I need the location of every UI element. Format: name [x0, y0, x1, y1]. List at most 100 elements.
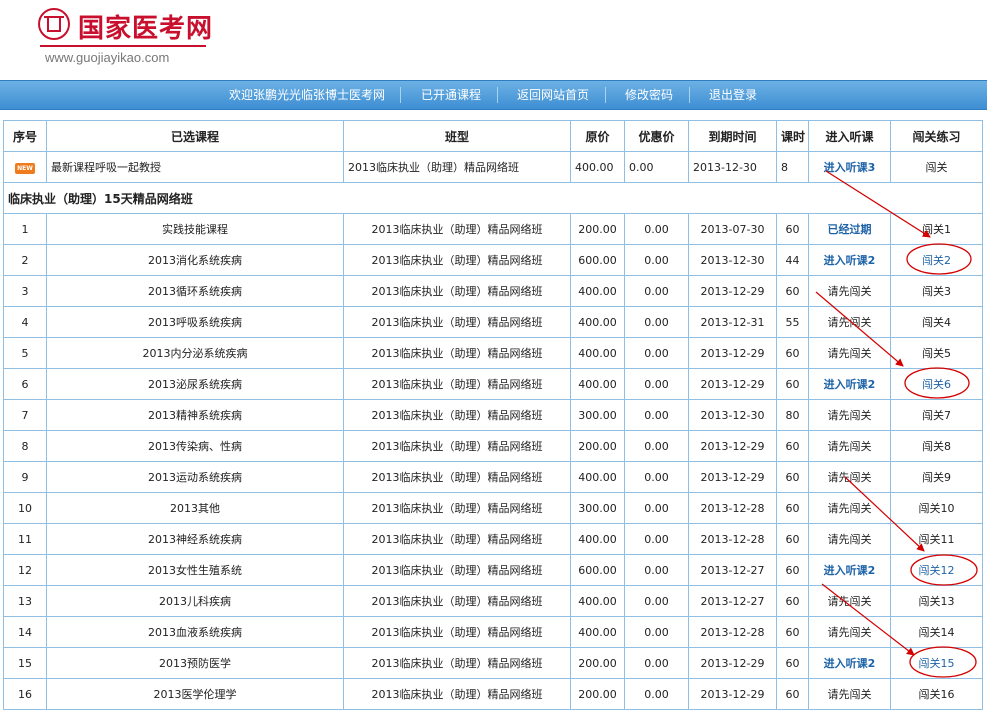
expire-date: 2013-12-29: [688, 461, 777, 493]
featured-enter-cell: 进入听课3: [808, 151, 891, 183]
practice-link[interactable]: 闯关14: [890, 616, 983, 648]
practice-link[interactable]: 闯关12: [890, 554, 983, 586]
expire-date: 2013-12-30: [688, 244, 777, 276]
row-no: 12: [3, 554, 47, 586]
locked-label: 请先闯关: [827, 285, 872, 298]
table-row: 14 2013血液系统疾病 2013临床执业（助理）精品网络班 400.00 0.00 2…: [3, 616, 983, 648]
featured-practice-link[interactable]: 闯关: [890, 151, 983, 183]
practice-link[interactable]: 闯关16: [890, 678, 983, 710]
expire-date: 2013-12-29: [688, 275, 777, 307]
price: 600.00: [570, 554, 625, 586]
class-name: 2013临床执业（助理）精品网络班: [343, 554, 571, 586]
locked-label: 请先闯关: [827, 626, 872, 639]
hours: 60: [776, 213, 809, 245]
locked-label: 请先闯关: [827, 471, 872, 484]
discount-price: 0.00: [624, 337, 689, 369]
discount-price: 0.00: [624, 275, 689, 307]
course-name: 2013女性生殖系统: [46, 554, 344, 586]
practice-link[interactable]: 闯关4: [890, 306, 983, 338]
price: 300.00: [570, 399, 625, 431]
nav-divider: [605, 87, 606, 103]
class-name: 2013临床执业（助理）精品网络班: [343, 244, 571, 276]
nav-opened-courses[interactable]: 已开通课程: [421, 81, 481, 109]
table-row: 7 2013精神系统疾病 2013临床执业（助理）精品网络班 300.00 0.00 20…: [3, 399, 983, 431]
table-row: 2 2013消化系统疾病 2013临床执业（助理）精品网络班 600.00 0.00 20…: [3, 244, 983, 276]
expire-date: 2013-12-29: [688, 337, 777, 369]
featured-enter-link[interactable]: 进入听课3: [824, 161, 876, 174]
col-header-enter: 进入听课: [808, 120, 891, 152]
enter-class-link[interactable]: 进入听课2: [824, 564, 876, 577]
expire-date: 2013-12-28: [688, 523, 777, 555]
col-header-class: 班型: [343, 120, 571, 152]
hours: 60: [776, 430, 809, 462]
class-name: 2013临床执业（助理）精品网络班: [343, 585, 571, 617]
discount-price: 0.00: [624, 554, 689, 586]
nav-home[interactable]: 返回网站首页: [517, 81, 589, 109]
enter-class-link[interactable]: 进入听课2: [824, 657, 876, 670]
featured-course-price: 400.00: [570, 151, 625, 183]
enter-cell: 请先闯关: [808, 678, 891, 710]
course-name: 2013精神系统疾病: [46, 399, 344, 431]
table-row: 8 2013传染病、性病 2013临床执业（助理）精品网络班 200.00 0.00 20…: [3, 430, 983, 462]
price: 400.00: [570, 585, 625, 617]
expire-date: 2013-12-27: [688, 554, 777, 586]
col-header-price: 原价: [570, 120, 625, 152]
table-row: 6 2013泌尿系统疾病 2013临床执业（助理）精品网络班 400.00 0.00 20…: [3, 368, 983, 400]
table-row: 10 2013其他 2013临床执业（助理）精品网络班 300.00 0.00 2013-…: [3, 492, 983, 524]
discount-price: 0.00: [624, 368, 689, 400]
expire-date: 2013-07-30: [688, 213, 777, 245]
practice-link[interactable]: 闯关1: [890, 213, 983, 245]
course-name: 2013传染病、性病: [46, 430, 344, 462]
enter-cell: 请先闯关: [808, 523, 891, 555]
discount-price: 0.00: [624, 430, 689, 462]
course-name: 2013泌尿系统疾病: [46, 368, 344, 400]
class-name: 2013临床执业（助理）精品网络班: [343, 275, 571, 307]
practice-link[interactable]: 闯关15: [890, 647, 983, 679]
practice-link[interactable]: 闯关6: [890, 368, 983, 400]
price: 400.00: [570, 616, 625, 648]
row-no: 11: [3, 523, 47, 555]
table-row: 15 2013预防医学 2013临床执业（助理）精品网络班 200.00 0.00 201…: [3, 647, 983, 679]
price: 200.00: [570, 430, 625, 462]
row-no: 1: [3, 213, 47, 245]
site-name[interactable]: 国家医考网: [78, 8, 213, 45]
discount-price: 0.00: [624, 492, 689, 524]
table-row: 5 2013内分泌系统疾病 2013临床执业（助理）精品网络班 400.00 0.00 2…: [3, 337, 983, 369]
new-badge-cell: NEW: [3, 151, 47, 183]
enter-cell: 进入听课2: [808, 554, 891, 586]
class-name: 2013临床执业（助理）精品网络班: [343, 213, 571, 245]
hours: 60: [776, 554, 809, 586]
course-name: 2013儿科疾病: [46, 585, 344, 617]
practice-link[interactable]: 闯关10: [890, 492, 983, 524]
hours: 80: [776, 399, 809, 431]
practice-link[interactable]: 闯关13: [890, 585, 983, 617]
hours: 60: [776, 368, 809, 400]
table-row: 4 2013呼吸系统疾病 2013临床执业（助理）精品网络班 400.00 0.00 20…: [3, 306, 983, 338]
discount-price: 0.00: [624, 678, 689, 710]
practice-link[interactable]: 闯关11: [890, 523, 983, 555]
enter-class-link[interactable]: 进入听课2: [824, 254, 876, 267]
nav-logout[interactable]: 退出登录: [709, 81, 757, 109]
practice-link[interactable]: 闯关2: [890, 244, 983, 276]
locked-label: 请先闯关: [827, 595, 872, 608]
nav-change-password[interactable]: 修改密码: [625, 81, 673, 109]
enter-cell: 请先闯关: [808, 306, 891, 338]
course-name: 实践技能课程: [46, 213, 344, 245]
enter-class-link[interactable]: 进入听课2: [824, 378, 876, 391]
practice-link[interactable]: 闯关7: [890, 399, 983, 431]
row-no: 9: [3, 461, 47, 493]
practice-link[interactable]: 闯关5: [890, 337, 983, 369]
course-name: 2013呼吸系统疾病: [46, 306, 344, 338]
class-name: 2013临床执业（助理）精品网络班: [343, 616, 571, 648]
practice-link[interactable]: 闯关3: [890, 275, 983, 307]
practice-link[interactable]: 闯关8: [890, 430, 983, 462]
practice-link[interactable]: 闯关9: [890, 461, 983, 493]
locked-label: 请先闯关: [827, 688, 872, 701]
enter-cell: 已经过期: [808, 213, 891, 245]
col-header-no: 序号: [3, 120, 47, 152]
discount-price: 0.00: [624, 244, 689, 276]
featured-course-class: 2013临床执业（助理）精品网络班: [343, 151, 571, 183]
new-badge-icon: NEW: [15, 163, 35, 174]
logo-icon[interactable]: [38, 8, 70, 40]
hours: 44: [776, 244, 809, 276]
